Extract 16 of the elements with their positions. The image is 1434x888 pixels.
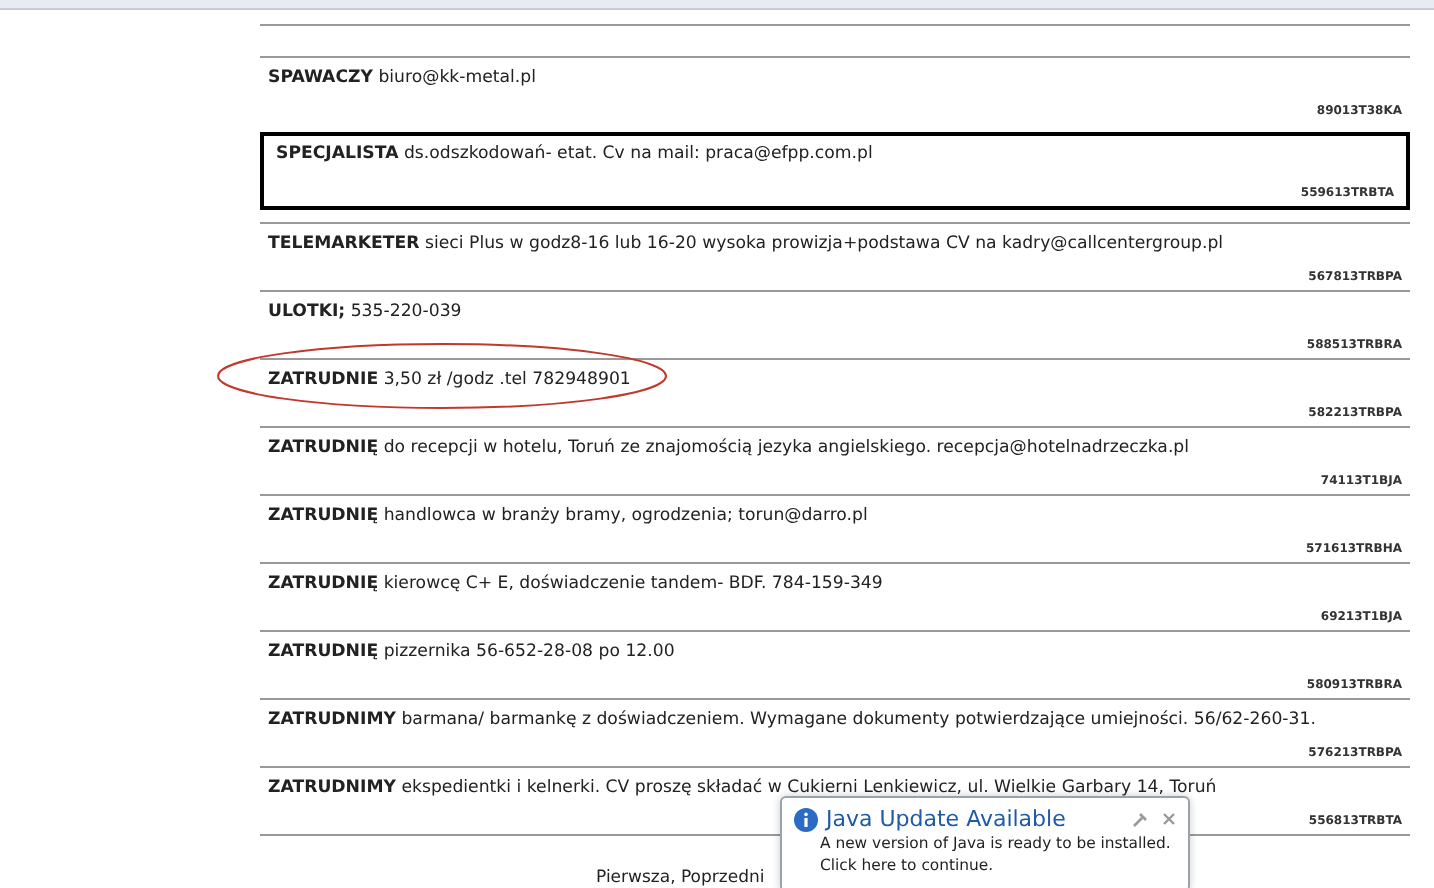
info-icon [794, 807, 818, 831]
wrench-icon[interactable] [1132, 811, 1148, 827]
listing-text: SPAWACZY biuro@kk-metal.pl [268, 68, 538, 88]
listing-text: TELEMARKETER sieci Plus w godz8-16 lub 16-20 wysoka prowizja+podstawa CV na kadry@callcentergroup.pl [268, 234, 1226, 254]
pagination-links[interactable]: Pierwsza, Poprzedni [596, 868, 765, 888]
listing-text: ULOTKI; 535-220-039 [268, 302, 464, 322]
notification-title: Java Update Available [826, 806, 1066, 832]
listing-text: ZATRUDNIĘ kierowcę C+ E, doświadczenie tandem- BDF. 784-159-349 [268, 574, 885, 594]
listing-text: ZATRUDNIĘ handlowca w branży bramy, ogrodzenia; torun@darro.pl [268, 506, 870, 526]
listing-text: ZATRUDNIMY ekspedientki i kelnerki. CV proszę składać w Cukierni Lenkiewicz, ul. Wielkie Garbary 14, Toruń [268, 778, 1219, 798]
listing-text: ZATRUDNIĘ do recepcji w hotelu, Toruń ze znajomością jezyka angielskiego. recepcja@hotelnadrzeczka.pl [268, 438, 1192, 458]
listing-text: ZATRUDNIĘ pizzernika 56-652-28-08 po 12.00 [268, 642, 677, 662]
listing-text: ZATRUDNIE 3,50 zł /godz .tel 782948901 [268, 370, 633, 390]
listing-text: SPECJALISTA ds.odszkodowań- etat. Cv na mail: praca@efpp.com.pl [276, 144, 875, 164]
listing-text: ZATRUDNIMY barmana/ barmankę z doświadczeniem. Wymagane dokumenty potwierdzające umiejności. 56/62-260-31. [268, 710, 1318, 730]
close-icon[interactable] [1162, 811, 1176, 825]
